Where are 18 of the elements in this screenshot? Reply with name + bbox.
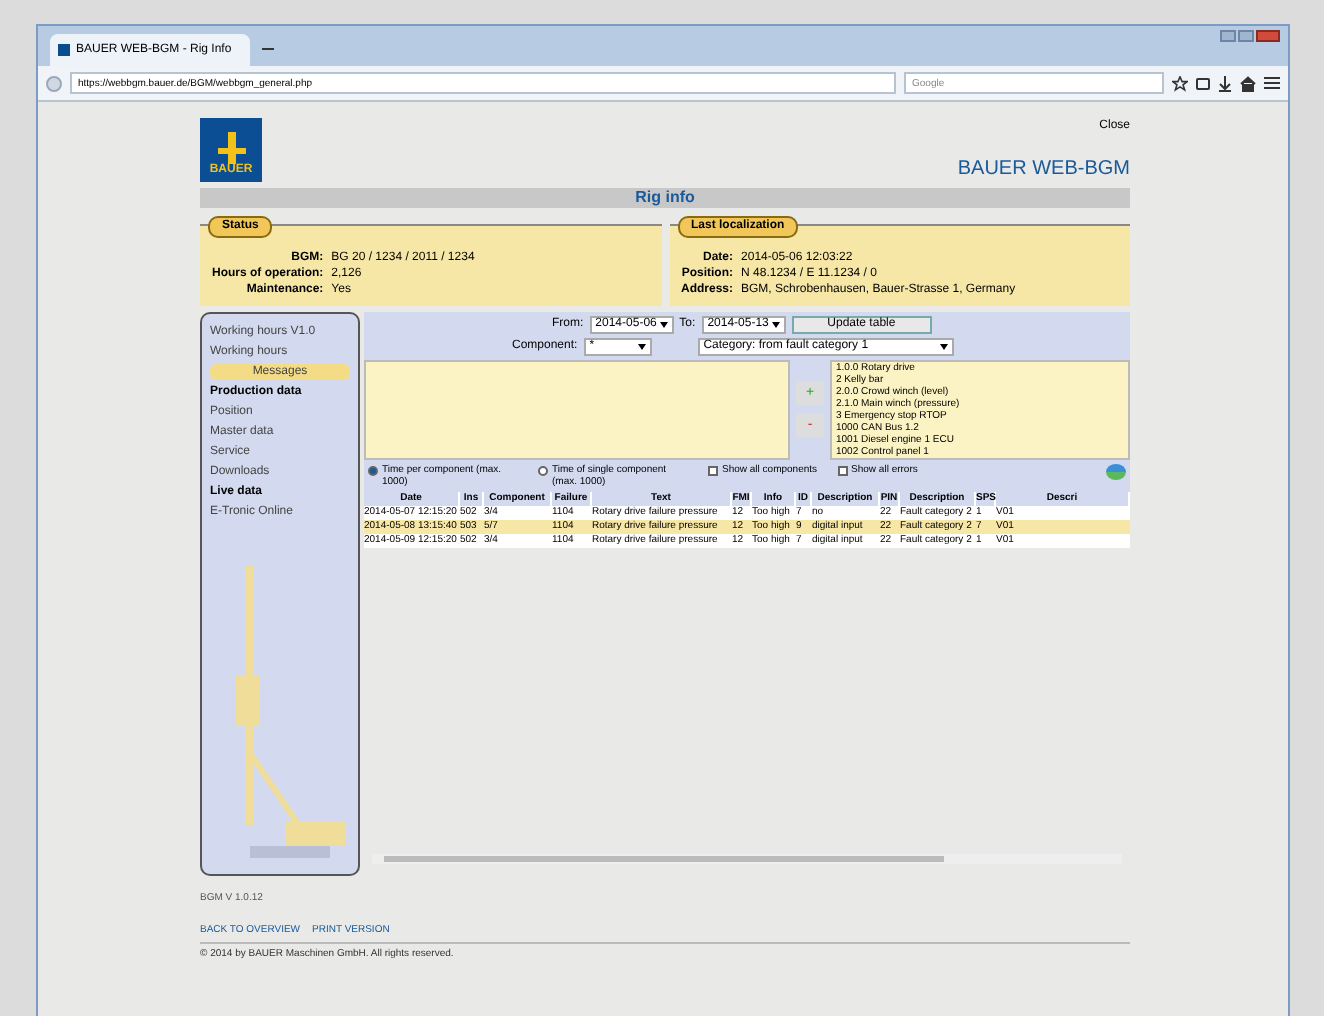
scrollbar-thumb[interactable] (384, 856, 944, 862)
page-title-bar: Rig info (200, 188, 1130, 208)
menu-icon[interactable] (1264, 76, 1280, 90)
app-title: BAUER WEB-BGM (957, 156, 1130, 184)
caret-icon (939, 344, 948, 350)
star-icon[interactable] (1172, 75, 1188, 91)
radio-button[interactable] (538, 466, 548, 476)
download-icon[interactable] (1218, 75, 1232, 91)
caret-icon (660, 322, 669, 328)
favicon-icon (58, 44, 70, 56)
caret-icon (637, 344, 646, 350)
horizontal-scrollbar[interactable] (372, 854, 1122, 864)
home-icon[interactable] (1240, 75, 1256, 91)
caret-icon (772, 322, 781, 328)
checkbox[interactable] (708, 466, 718, 476)
logo-mark-icon (215, 132, 247, 164)
checkbox[interactable] (837, 466, 848, 476)
radio-button[interactable] (368, 466, 378, 476)
